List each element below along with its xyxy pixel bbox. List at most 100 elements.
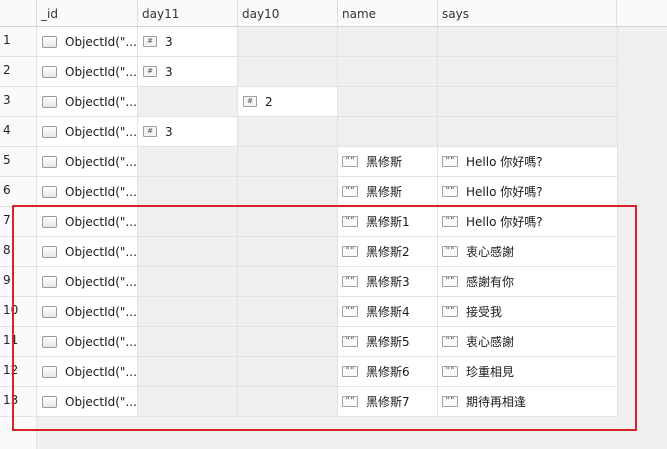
cell-name[interactable]: "" 黑修斯1 (338, 207, 438, 237)
cell-day11[interactable] (138, 87, 238, 117)
cell-says[interactable]: "" 衷心感謝 (438, 327, 618, 357)
cell-day10[interactable] (238, 177, 338, 207)
table-row[interactable]: 1 ObjectId("... #3 (0, 27, 618, 57)
cell-says[interactable]: "" Hello 你好嗎? (438, 207, 618, 237)
cell-day10[interactable] (238, 117, 338, 147)
cell-id[interactable]: ObjectId("... (37, 87, 138, 117)
cell-day10[interactable] (238, 357, 338, 387)
cell-says[interactable] (438, 57, 618, 87)
cell-day11[interactable] (138, 327, 238, 357)
cell-says[interactable]: "" 期待再相逢 (438, 387, 618, 417)
cell-id[interactable]: ObjectId("... (37, 327, 138, 357)
cell-day10[interactable] (238, 147, 338, 177)
cell-id[interactable]: ObjectId("... (37, 117, 138, 147)
cell-id[interactable]: ObjectId("... (37, 27, 138, 57)
row-number: 9 (0, 267, 37, 297)
table-row[interactable]: 7 ObjectId("... "" 黑修斯1 "" Hello 你好嗎? (0, 207, 618, 237)
table-row[interactable]: 8 ObjectId("... "" 黑修斯2 "" 衷心感謝 (0, 237, 618, 267)
cell-name[interactable] (338, 117, 438, 147)
cell-day11[interactable]: #3 (138, 57, 238, 87)
cell-day10[interactable] (238, 387, 338, 417)
table-row[interactable]: 12 ObjectId("... "" 黑修斯6 "" 珍重相見 (0, 357, 618, 387)
cell-day11[interactable] (138, 147, 238, 177)
cell-day11[interactable] (138, 237, 238, 267)
row-number: 4 (0, 117, 37, 147)
column-header-id[interactable]: _id (37, 0, 138, 27)
cell-id[interactable]: ObjectId("... (37, 147, 138, 177)
cell-day11[interactable] (138, 387, 238, 417)
cell-says-text: 衷心感謝 (466, 245, 515, 259)
cell-id-text: ObjectId("... (65, 334, 137, 349)
table-row[interactable]: 11 ObjectId("... "" 黑修斯5 "" 衷心感謝 (0, 327, 618, 357)
string-icon: "" (442, 216, 458, 227)
row-number: 1 (0, 27, 37, 57)
string-icon: "" (442, 156, 458, 167)
table-row[interactable]: 5 ObjectId("... "" 黑修斯 "" Hello 你好嗎? (0, 147, 618, 177)
cell-day10[interactable] (238, 327, 338, 357)
cell-name[interactable]: "" 黑修斯 (338, 177, 438, 207)
cell-says[interactable]: "" 接受我 (438, 297, 618, 327)
cell-says[interactable]: "" Hello 你好嗎? (438, 147, 618, 177)
cell-name[interactable]: "" 黑修斯5 (338, 327, 438, 357)
table-row[interactable]: 4 ObjectId("... #3 (0, 117, 618, 147)
cell-day10[interactable] (238, 297, 338, 327)
string-icon: "" (442, 246, 458, 257)
cell-day11[interactable]: #3 (138, 27, 238, 57)
cell-name[interactable]: "" 黑修斯7 (338, 387, 438, 417)
cell-says[interactable]: "" Hello 你好嗎? (438, 177, 618, 207)
cell-says[interactable]: "" 感謝有你 (438, 267, 618, 297)
cell-says[interactable]: "" 衷心感謝 (438, 237, 618, 267)
cell-day11[interactable] (138, 177, 238, 207)
header-filler (617, 0, 667, 27)
cell-day11[interactable] (138, 207, 238, 237)
cell-id[interactable]: ObjectId("... (37, 207, 138, 237)
cell-day11[interactable] (138, 357, 238, 387)
cell-day10[interactable]: #2 (238, 87, 338, 117)
table-row[interactable]: 3 ObjectId("... #2 (0, 87, 618, 117)
column-header-name[interactable]: name (338, 0, 438, 27)
column-header-day10[interactable]: day10 (238, 0, 338, 27)
cell-name[interactable]: "" 黑修斯3 (338, 267, 438, 297)
cell-day10[interactable] (238, 207, 338, 237)
cell-says[interactable] (438, 117, 618, 147)
string-icon: "" (342, 306, 358, 317)
cell-name[interactable]: "" 黑修斯 (338, 147, 438, 177)
cell-id[interactable]: ObjectId("... (37, 297, 138, 327)
cell-says[interactable] (438, 87, 618, 117)
cell-day10[interactable] (238, 237, 338, 267)
table-row[interactable]: 13 ObjectId("... "" 黑修斯7 "" 期待再相逢 (0, 387, 618, 417)
cell-name[interactable] (338, 87, 438, 117)
cell-id[interactable]: ObjectId("... (37, 237, 138, 267)
row-number-header (0, 0, 37, 27)
string-icon: "" (442, 186, 458, 197)
column-header-day11[interactable]: day11 (138, 0, 238, 27)
table-row[interactable]: 10 ObjectId("... "" 黑修斯4 "" 接受我 (0, 297, 618, 327)
table-row[interactable]: 2 ObjectId("... #3 (0, 57, 618, 87)
cell-id[interactable]: ObjectId("... (37, 57, 138, 87)
cell-day11[interactable]: #3 (138, 117, 238, 147)
cell-name[interactable] (338, 57, 438, 87)
cell-id[interactable]: ObjectId("... (37, 177, 138, 207)
row-number: 8 (0, 237, 37, 267)
cell-id[interactable]: ObjectId("... (37, 357, 138, 387)
object-icon (42, 365, 57, 378)
cell-day11[interactable] (138, 297, 238, 327)
cell-day10-text: 2 (265, 94, 273, 109)
cell-name[interactable]: "" 黑修斯4 (338, 297, 438, 327)
table-row[interactable]: 9 ObjectId("... "" 黑修斯3 "" 感謝有你 (0, 267, 618, 297)
cell-name[interactable]: "" 黑修斯6 (338, 357, 438, 387)
cell-day11[interactable] (138, 267, 238, 297)
cell-name[interactable] (338, 27, 438, 57)
cell-day10[interactable] (238, 267, 338, 297)
cell-says[interactable] (438, 27, 618, 57)
cell-id[interactable]: ObjectId("... (37, 387, 138, 417)
column-header-says[interactable]: says (438, 0, 617, 27)
cell-says[interactable]: "" 珍重相見 (438, 357, 618, 387)
table-row[interactable]: 6 ObjectId("... "" 黑修斯 "" Hello 你好嗎? (0, 177, 618, 207)
cell-day10[interactable] (238, 27, 338, 57)
cell-id[interactable]: ObjectId("... (37, 267, 138, 297)
cell-day10[interactable] (238, 57, 338, 87)
cell-name[interactable]: "" 黑修斯2 (338, 237, 438, 267)
cell-day11-text: 3 (165, 64, 173, 79)
object-icon (42, 35, 57, 48)
